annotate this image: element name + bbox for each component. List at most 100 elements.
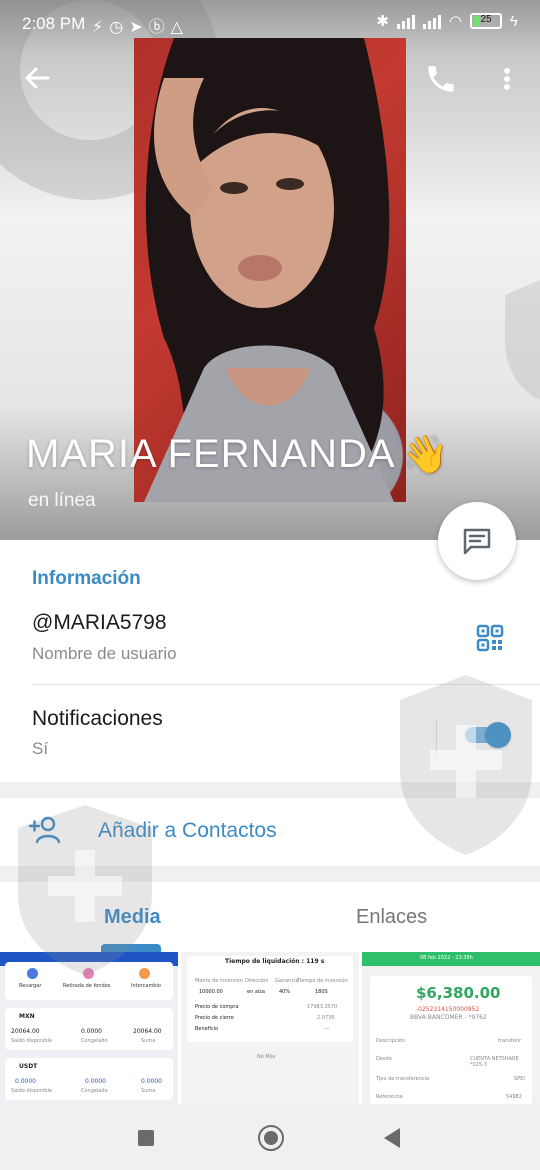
caption: Congelado <box>81 1088 108 1094</box>
deposit-icon <box>27 968 38 979</box>
notifications-value: Sí <box>32 739 49 758</box>
home-dot <box>264 1131 278 1145</box>
exchange-icon <box>139 968 150 979</box>
value: 0.0000 <box>85 1078 106 1085</box>
thumb-line-label: Precio de compra <box>195 1004 239 1010</box>
thumb-card: Recargar Retirada de fondos Intercambio <box>5 962 173 1000</box>
coin-label: USDT <box>19 1063 38 1070</box>
caption: Suma <box>141 1038 156 1044</box>
dot <box>504 84 510 90</box>
thumb-cell: en alza <box>247 989 265 995</box>
active-tab-indicator <box>101 944 161 952</box>
info-section-title: Información <box>32 568 141 589</box>
username[interactable]: @MARIA5798 <box>32 611 167 635</box>
thumb-field-value: SPEI <box>514 1076 525 1082</box>
dot <box>504 68 510 74</box>
thumb-line-label: Beneficio <box>195 1026 219 1032</box>
signal-icon <box>396 13 415 29</box>
system-nav-bar <box>0 1104 540 1170</box>
caption: Saldo disponible <box>11 1038 53 1044</box>
battery-icon: 25 <box>470 13 503 29</box>
call-button[interactable] <box>424 62 458 96</box>
thumb-field-value: CUENTA NETSHARE *025-3 <box>470 1056 519 1068</box>
add-user-icon <box>28 816 61 844</box>
media-thumbnail[interactable]: Tiempo de liquidación : 119 s Monto de i… <box>181 952 359 1104</box>
value: 0.0000 <box>81 1028 102 1035</box>
qr-code-icon <box>476 624 504 652</box>
thumb-label: Retirada de fondos <box>63 983 111 989</box>
status-time: 2:08 PM <box>22 14 86 33</box>
thumb-bank: BBVA BANCOMER - *9762 <box>410 1014 487 1021</box>
bluetooth-icon: ✱ <box>376 13 389 30</box>
thumb-card: $6,380.00 -0252314150000952 BBVA BANCOME… <box>370 976 532 1104</box>
dot <box>504 76 510 82</box>
caption: Saldo disponible <box>11 1088 53 1094</box>
thumb-field-value: 54982 <box>506 1094 522 1100</box>
value: 0.0000 <box>141 1078 162 1085</box>
thumb-line-label: Precio de cierre <box>195 1015 234 1021</box>
thumb-cell: 10000.00 <box>199 989 223 995</box>
thumb-header-cell: Dirección <box>245 978 269 984</box>
media-grid: Recargar Retirada de fondos Intercambio … <box>0 952 540 1104</box>
thumb-card: USDT 0.0000 0.0000 0.0000 Saldo disponib… <box>5 1058 173 1100</box>
thumb-card: Tiempo de liquidación : 119 s Monto de i… <box>187 956 353 1042</box>
divider-vertical <box>436 720 437 756</box>
thumb-date: 08 feb 2022 - 23:38h <box>420 955 473 961</box>
thumb-line-value: 2.0736 <box>317 1015 335 1021</box>
thumb-field-label: Tipo de transferencia <box>376 1076 430 1082</box>
thumb-cell: 180S <box>315 989 328 995</box>
thumb-amount: $6,380.00 <box>416 984 501 1002</box>
thumb-line-value: 17983.3570 <box>307 1004 338 1010</box>
media-thumbnail[interactable]: Recargar Retirada de fondos Intercambio … <box>0 952 178 1104</box>
notifications-toggle[interactable] <box>465 722 511 748</box>
more-options-button[interactable] <box>494 62 520 96</box>
withdraw-icon <box>83 968 94 979</box>
thumb-header-cell: Tiempo de inversión <box>297 978 348 984</box>
system-back-button[interactable] <box>384 1128 400 1148</box>
caption: Suma <box>141 1088 156 1094</box>
notifications-label[interactable]: Notificaciones <box>32 707 163 731</box>
value: 20064.00 <box>11 1028 40 1035</box>
value: 20064.00 <box>133 1028 162 1035</box>
tab-media[interactable]: Media <box>104 906 161 929</box>
status-right-icons: ✱ ◠ 25 ϟ <box>376 12 518 31</box>
recent-apps-button[interactable] <box>138 1130 154 1146</box>
home-button[interactable] <box>258 1125 284 1151</box>
online-status: en línea <box>28 490 96 511</box>
qr-code-button[interactable] <box>474 622 506 654</box>
info-section: Información @MARIA5798 Nombre de usuario… <box>0 540 540 782</box>
thumb-field-label: Referencia <box>376 1094 403 1100</box>
thumb-line-value: ---- <box>323 1026 331 1032</box>
notification-icons: ⚡◷➤ⓑ△ <box>92 19 189 36</box>
add-contact-button[interactable]: Añadir a Contactos <box>98 819 277 843</box>
tab-links[interactable]: Enlaces <box>356 906 427 929</box>
message-button[interactable] <box>438 502 516 580</box>
thumb-header-cell: Ganancia <box>275 978 299 984</box>
toggle-knob <box>485 722 511 748</box>
value: 0.0000 <box>15 1078 36 1085</box>
thumb-header-cell: Monto de inversión <box>195 978 243 984</box>
thumb-label: Recargar <box>19 983 42 989</box>
thumb-cell: 40% <box>279 989 291 995</box>
arrow-left-icon <box>25 67 50 89</box>
thumb-field-label: Descripción <box>376 1038 406 1044</box>
waving-hand-icon: 👋 <box>401 434 450 476</box>
signal-icon-2 <box>422 13 441 29</box>
back-button[interactable] <box>22 62 54 94</box>
media-thumbnail[interactable]: 08 feb 2022 - 23:38h $6,380.00 -02523141… <box>362 952 540 1104</box>
phone-icon <box>428 66 454 92</box>
media-tabs: Media Enlaces <box>0 882 540 952</box>
chat-icon <box>463 528 491 555</box>
status-bar: 2:08 PM ⚡◷➤ⓑ△ ✱ ◠ 25 ϟ <box>0 0 540 50</box>
add-contact-row[interactable]: Añadir a Contactos <box>0 798 540 866</box>
username-caption: Nombre de usuario <box>32 644 177 663</box>
charging-icon: ϟ <box>510 12 518 30</box>
wifi-icon: ◠ <box>448 13 463 30</box>
thumb-footer: No Más <box>257 1054 276 1060</box>
battery-level: 25 <box>480 14 492 25</box>
thumb-field-label: Desde <box>376 1056 392 1062</box>
thumb-card: MXN 20064.00 0.0000 20064.00 Saldo dispo… <box>5 1008 173 1050</box>
profile-name-text: MARIA FERNANDA <box>26 432 396 476</box>
thumb-label: Intercambio <box>131 983 161 989</box>
caption: Congelado <box>81 1038 108 1044</box>
